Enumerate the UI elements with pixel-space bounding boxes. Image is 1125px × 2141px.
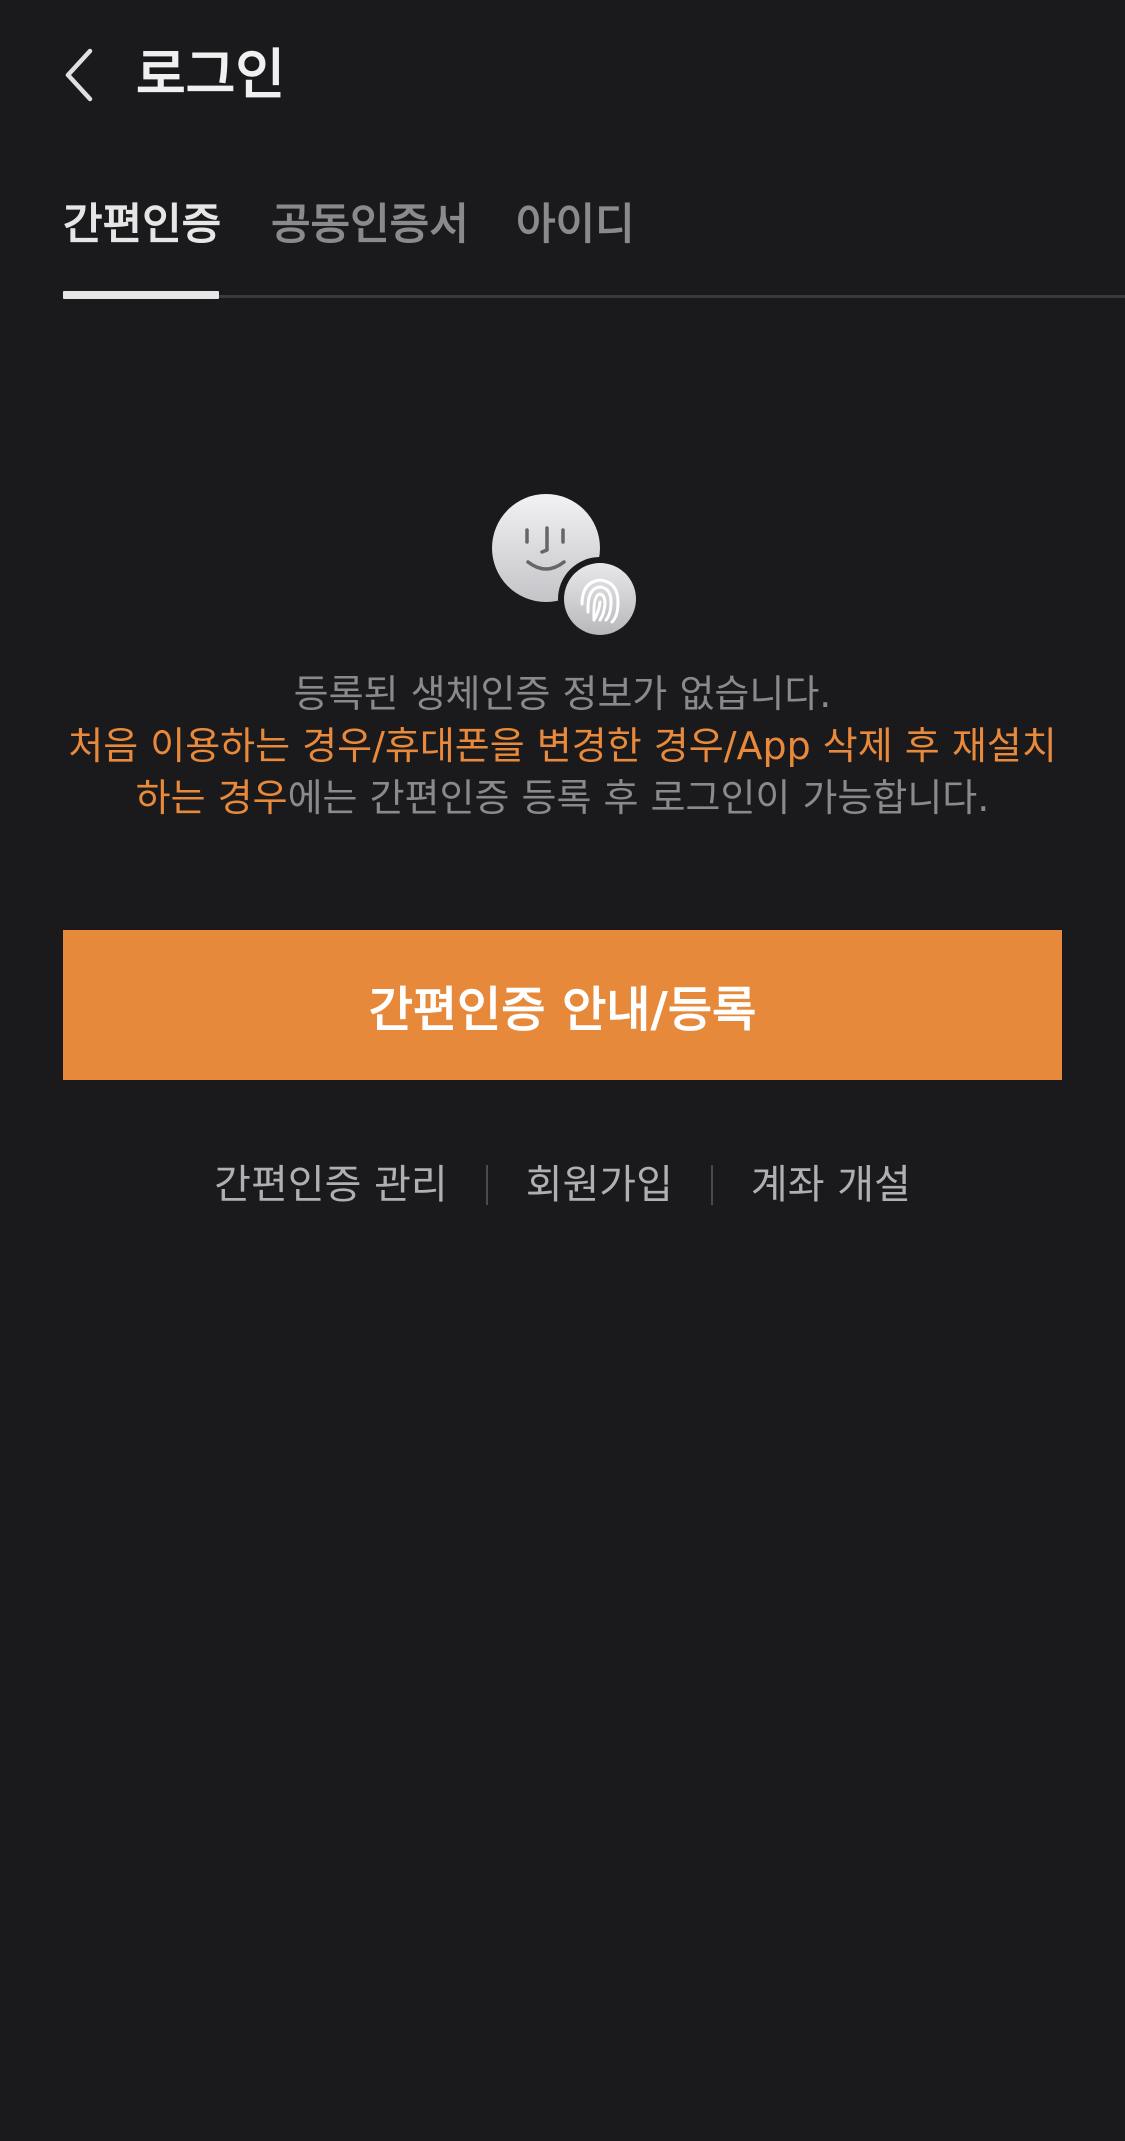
tab-joint-certificate[interactable]: 공동인증서 (271, 190, 469, 260)
login-method-tabs: 간편인증 공동인증서 아이디 (0, 180, 1125, 300)
header: 로그인 (0, 0, 1125, 150)
back-button[interactable] (50, 38, 110, 112)
notice-detail: 처음 이용하는 경우/휴대폰을 변경한 경우/App 삭제 후 재설치 하는 경… (50, 720, 1075, 824)
biometric-notice: 등록된 생체인증 정보가 없습니다. 처음 이용하는 경우/휴대폰을 변경한 경… (50, 668, 1075, 824)
notice-line: 등록된 생체인증 정보가 없습니다. (293, 672, 832, 716)
chevron-left-icon (65, 48, 93, 102)
page-title: 로그인 (136, 43, 286, 106)
link-divider (710, 1165, 713, 1205)
face-fingerprint-icon (490, 492, 642, 642)
tab-id[interactable]: 아이디 (516, 190, 635, 260)
login-screen: 로그인 간편인증 공동인증서 아이디 등록된 생체인증 정보가 없습니다. 처음… (0, 0, 1125, 2141)
tab-simple-auth[interactable]: 간편인증 (63, 190, 221, 260)
simple-auth-register-button[interactable]: 간편인증 안내/등록 (63, 930, 1062, 1080)
notice-tail: 에는 간편인증 등록 후 로그인이 가능합니다. (287, 776, 990, 820)
sign-up-link[interactable]: 회원가입 (526, 1152, 673, 1218)
manage-simple-auth-link[interactable]: 간편인증 관리 (214, 1152, 448, 1218)
active-tab-indicator (63, 291, 219, 299)
open-account-link[interactable]: 계좌 개설 (751, 1152, 911, 1218)
tabs-divider (63, 295, 1125, 298)
link-divider (485, 1165, 488, 1205)
footer-links: 간편인증 관리 회원가입 계좌 개설 (0, 1150, 1125, 1220)
